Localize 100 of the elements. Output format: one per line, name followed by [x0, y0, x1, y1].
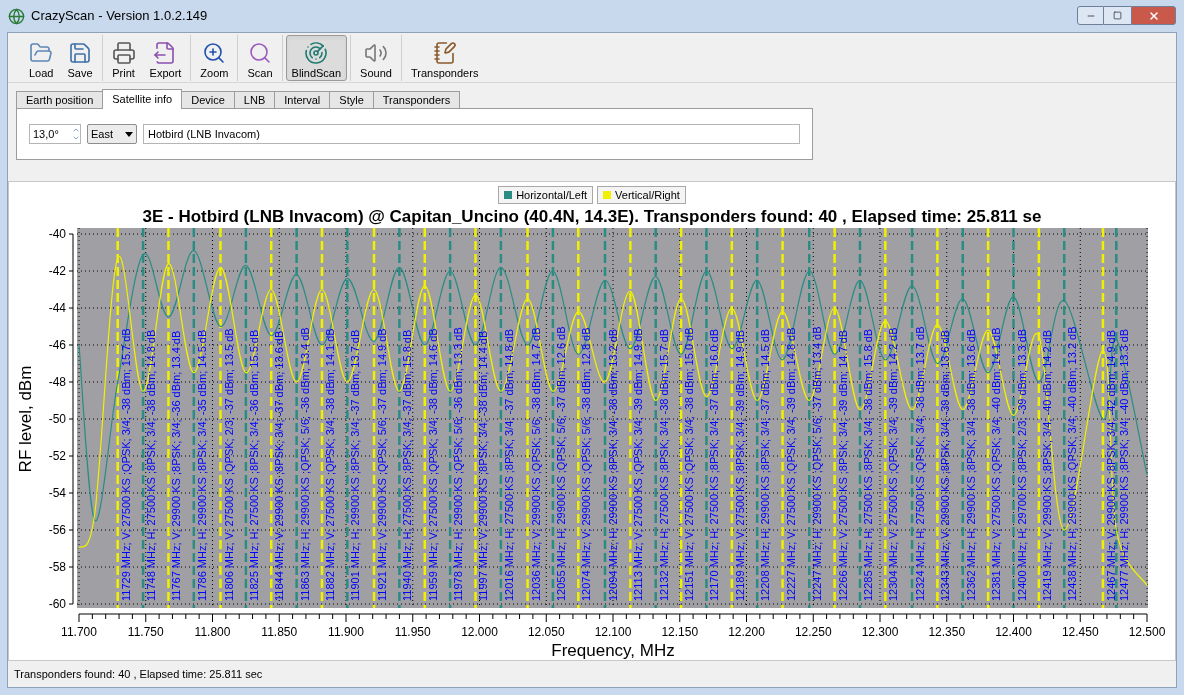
- transponder-label: 11997 MHz; V; 29900 KS ;8PSK; 3/4; -38 dBm; 14.4 dB: [477, 330, 490, 601]
- transponder-label: 11863 MHz; H; 29900 KS ;QPSK; 5/6; -36 dBm; 13.4 dB: [298, 327, 311, 601]
- x-tick-label: 11.900: [328, 625, 364, 639]
- transponder-label: 12132 MHz; H; 27500 KS ;8PSK; 3/4; -38 dBm; 15.7 dB: [657, 328, 670, 601]
- position-spinbox[interactable]: 13,0°: [29, 124, 81, 144]
- x-tick-label: 12.450: [1061, 625, 1099, 639]
- maximize-icon: [1113, 11, 1122, 20]
- y-tick-label: -52: [48, 449, 66, 463]
- y-tick-label: -54: [48, 486, 66, 500]
- spin-up-icon[interactable]: [72, 126, 80, 134]
- tab[interactable]: Device: [181, 91, 235, 109]
- toolbar-button[interactable]: Export: [143, 34, 188, 81]
- transponder-label: 12074 MHz; V; 29900 KS ;QPSK; 5/6; -38 dBm; 12.8 dB: [580, 327, 593, 601]
- transponder-label: 12304 MHz; V; 27500 KS ;QPSK; 3/4; -39 dBm; 14.2 dB: [887, 327, 900, 601]
- y-tick-label: -50: [48, 412, 66, 426]
- y-axis-title: RF level, dBm: [16, 365, 35, 473]
- close-button[interactable]: [1131, 6, 1176, 25]
- x-tick-label: 12.300: [861, 625, 899, 639]
- transponder-label: 12438 MHz; H; 29900 KS ;QPSK; 3/4; -40 dBm; 13.2 dB: [1066, 326, 1079, 601]
- transponder-label: 12113 MHz; V; 27500 KS ;QPSK; 3/4; -39 dBm; 14.9 dB: [632, 328, 645, 601]
- tab[interactable]: Earth position: [16, 91, 104, 109]
- transponder-label: 11921 MHz; V; 29900 KS ;QPSK; 5/6; -37 dBm; 14.9 dB: [376, 328, 389, 601]
- tab[interactable]: LNB: [233, 91, 276, 109]
- status-text: Transponders found: 40 , Elapsed time: 25.811 sec: [14, 666, 263, 682]
- transponder-label: 12016 MHz; H; 27500 KS ;8PSK; 3/4; -37 dBm; 14.8 dB: [502, 328, 515, 601]
- transponder-label: 12324 MHz; H; 27500 KS ;QPSK; 3/4; -38 dBm; 13.7 dB: [914, 326, 927, 601]
- y-tick-label: -60: [48, 597, 66, 611]
- magnifier-icon: [248, 40, 272, 65]
- transponder-label: 11825 MHz; H; 27500 KS ;8PSK; 3/4; -36 dBm; 15.5 dB: [247, 329, 260, 601]
- x-axis-title: Frequency, MHz: [551, 641, 675, 660]
- toolbar-button[interactable]: Load: [23, 34, 60, 81]
- chart-title: 3E - Hotbird (LNB Invacom) @ Capitan_Uncino (40.4N, 14.3E). Transponders found: 40 , Elapsed time: 25.811 se: [142, 206, 1042, 228]
- x-tick-label: 11.700: [61, 625, 97, 639]
- direction-dropdown[interactable]: East: [87, 124, 137, 144]
- transponder-label: 11748 MHz; H; 27500 KS ;8PSK; 3/4; -38 dBm; 14.8 dB: [145, 329, 158, 601]
- transponder-label: 12400 MHz; H; 29700 KS ;8PSK; 2/3; -39 dBm; 13.3 dB: [1015, 328, 1028, 601]
- transponder-label: 12189 MHz; V; 27500 KS ;8PSK; 3/4; -39 dBm; 14.9 dB: [733, 329, 746, 601]
- y-tick-label: -56: [48, 523, 66, 537]
- toolbar-button[interactable]: Sound: [354, 34, 398, 81]
- legend-item[interactable]: Horizontal/Left: [498, 186, 594, 204]
- transponder-label: 11901 MHz; H; 29900 KS ;8PSK; 3/4; -37 dBm; 13.7 dB: [349, 329, 362, 601]
- notebook-icon: [432, 40, 457, 65]
- transponder-label: 12419 MHz; V; 29900 KS ;8PSK; 3/4; -40 dBm; 14.2 dB: [1040, 329, 1053, 601]
- x-tick-label: 12.500: [1128, 625, 1166, 639]
- transponder-label: 11978 MHz; H; 29900 KS ;QPSK; 5/6; -36 dBm; 13.3 dB: [452, 327, 465, 601]
- transponder-label: 12266 MHz; V; 27500 KS ;8PSK; 3/4; -39 dBm; 14.7 dB: [836, 329, 849, 601]
- x-tick-label: 12.000: [461, 625, 498, 639]
- x-tick-label: 12.050: [527, 625, 565, 639]
- maximize-button[interactable]: [1104, 6, 1131, 25]
- y-tick-label: -40: [48, 228, 66, 241]
- x-tick-label: 12.200: [728, 625, 765, 639]
- x-tick-label: 11.850: [261, 625, 298, 639]
- transponder-label: 12227 MHz; V; 27500 KS ;QPSK; 3/4; -39 dBm; 14.8 dB: [784, 327, 797, 601]
- tab[interactable]: Style: [329, 91, 374, 109]
- x-tick-label: 11.800: [194, 625, 231, 639]
- transponder-label: 11729 MHz; V; 27500 KS ;QPSK; 3/4; -38 dBm; 15.7 dB: [119, 328, 132, 601]
- tab[interactable]: Interval: [274, 91, 331, 109]
- spin-down-icon[interactable]: [72, 134, 80, 142]
- transponder-label: 11882 MHz; V; 27500 KS ;QPSK; 3/4; -38 dBm; 14.1 dB: [323, 328, 336, 601]
- transponder-label: 12170 MHz; H; 27500 KS ;8PSK; 3/4; -37 dBm; 16.0 dB: [708, 328, 721, 601]
- transponder-label: 11767 MHz; V; 29900 KS ;8PSK; 3/4; -36 dBm; 13.4 dB: [170, 330, 183, 601]
- printer-icon: [111, 40, 136, 65]
- satellite-name-field[interactable]: Hotbird (LNB Invacom): [143, 124, 800, 144]
- x-tick-label: 12.100: [594, 625, 632, 639]
- window-title: CrazyScan - Version 1.0.2.149: [31, 7, 208, 26]
- minimize-button[interactable]: [1077, 6, 1104, 25]
- legend-item[interactable]: Vertical/Right: [597, 186, 686, 204]
- transponder-label: 12343 MHz; V; 29900 KS ;8PSK; 3/4; -39 dBm; 13.6 dB: [939, 329, 952, 601]
- x-tick-label: 11.950: [394, 625, 431, 639]
- transponder-label: 11940 MHz; H; 27500 KS ;8PSK; 3/4; -37 dBm; 15.8 dB: [401, 329, 414, 601]
- transponder-label: 11806 MHz; V; 27500 KS ;QPSK; 2/3; -37 dBm; 13.5 dB: [222, 328, 235, 601]
- y-tick-label: -58: [48, 560, 66, 574]
- toolbar-button[interactable]: BlindScan: [285, 34, 348, 81]
- tab[interactable]: Transponders: [372, 91, 461, 109]
- transponder-label: 12362 MHz; H; 29900 KS ;8PSK; 3/4; -38 dBm; 13.6 dB: [964, 328, 977, 601]
- tab[interactable]: Satellite info: [102, 89, 183, 109]
- toolbar-button[interactable]: Zoom: [194, 34, 235, 81]
- folder-icon: [29, 40, 54, 65]
- transponder-label: 12285 MHz; H; 27500 KS ;8PSK; 3/4; -38 dBm; 15.8 dB: [861, 328, 874, 601]
- radar-icon: [304, 40, 329, 65]
- y-tick-label: -44: [48, 301, 66, 315]
- transponder-label: 12208 MHz; H; 29900 KS ;8PSK; 3/4; -37 dBm; 14.5 dB: [759, 328, 772, 601]
- toolbar-button[interactable]: Transponders: [404, 34, 485, 81]
- toolbar-button[interactable]: Save: [61, 34, 99, 81]
- app-logo-icon: [8, 7, 25, 25]
- toolbar-button[interactable]: Print: [105, 34, 142, 81]
- x-tick-label: 12.250: [794, 625, 832, 639]
- x-tick-label: 12.350: [928, 625, 966, 639]
- toolbar-button[interactable]: Scan: [241, 34, 279, 81]
- y-tick-label: -46: [48, 338, 66, 352]
- transponder-label: 12467 MHz; V; 29900 KS ;8PSK; 3/4; -42 dBm; 14.9 dB: [1104, 329, 1117, 601]
- transponder-label: 12094 MHz; H; 29900 KS ;8PSK; 3/4; -38 dBm; 13.2 dB: [607, 328, 619, 601]
- x-tick-label: 12.400: [995, 625, 1032, 639]
- transponder-label: 12477 MHz; H; 29900 KS ;8PSK; 3/4; -40 dBm; 13.3 dB: [1118, 328, 1131, 601]
- transponder-label: 11844 MHz; V; 29900 KS ;8PSK; 3/4; -37 dBm; 13.6 dB: [273, 330, 286, 601]
- x-tick-label: 12.150: [661, 625, 699, 639]
- magnifier-icon: [202, 40, 227, 65]
- y-tick-label: -42: [48, 264, 66, 278]
- transponder-label: 12247 MHz; H; 29900 KS ;QPSK; 5/6; -37 dBm; 13.4 dB: [811, 326, 824, 601]
- close-icon: [1147, 9, 1160, 22]
